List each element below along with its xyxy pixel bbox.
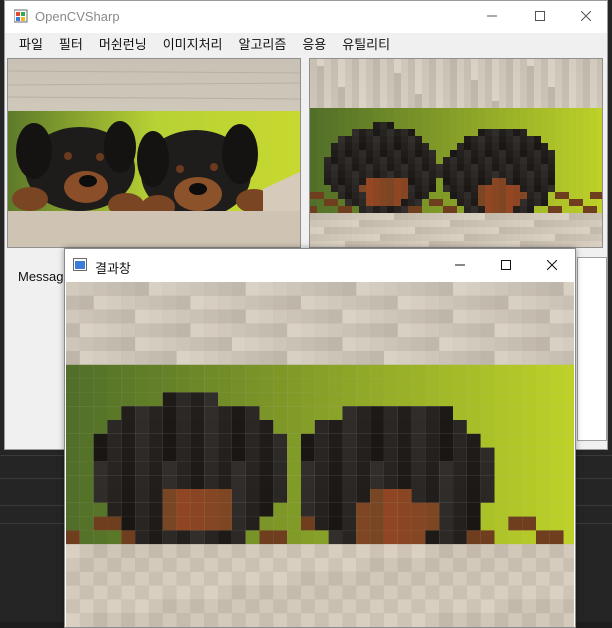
menu-filter[interactable]: 필터 <box>51 35 91 55</box>
result-image <box>66 282 574 627</box>
result-window: 결과창 <box>64 248 576 628</box>
filtered-image-panel <box>309 58 603 248</box>
filtered-image <box>310 59 602 247</box>
original-image-panel <box>7 58 301 248</box>
minimize-icon <box>487 15 497 17</box>
message-textbox[interactable] <box>577 257 607 441</box>
result-titlebar[interactable]: 결과창 <box>65 249 575 282</box>
original-image <box>8 59 300 247</box>
result-maximize-button[interactable] <box>483 249 529 281</box>
close-icon <box>547 260 557 270</box>
message-label: Messag <box>18 269 64 284</box>
main-titlebar[interactable]: OpenCVSharp <box>5 1 607 33</box>
maximize-button[interactable] <box>517 1 563 31</box>
menu-utility[interactable]: 유틸리티 <box>334 35 398 55</box>
maximize-icon <box>535 11 545 21</box>
close-icon <box>581 11 591 21</box>
menu-application[interactable]: 응용 <box>294 35 334 55</box>
result-title: 결과창 <box>95 261 131 276</box>
menu-algorithm[interactable]: 알고리즘 <box>231 35 295 55</box>
menu-machine-learning[interactable]: 머쉰런닝 <box>91 35 155 55</box>
maximize-icon <box>501 260 511 270</box>
close-button[interactable] <box>563 1 609 31</box>
menu-file[interactable]: 파일 <box>11 35 51 55</box>
opencvsharp-app-icon <box>14 9 28 23</box>
result-window-icon <box>73 258 87 271</box>
minimize-icon <box>455 264 465 266</box>
window-title: OpenCVSharp <box>35 9 120 24</box>
menubar: 파일 필터 머쉰런닝 이미지처리 알고리즘 응용 유틸리티 <box>5 33 607 57</box>
result-close-button[interactable] <box>529 249 575 281</box>
minimize-button[interactable] <box>469 1 515 31</box>
menu-image-processing[interactable]: 이미지처리 <box>155 35 231 55</box>
result-minimize-button[interactable] <box>437 249 483 281</box>
result-mosaic-image <box>66 282 574 627</box>
